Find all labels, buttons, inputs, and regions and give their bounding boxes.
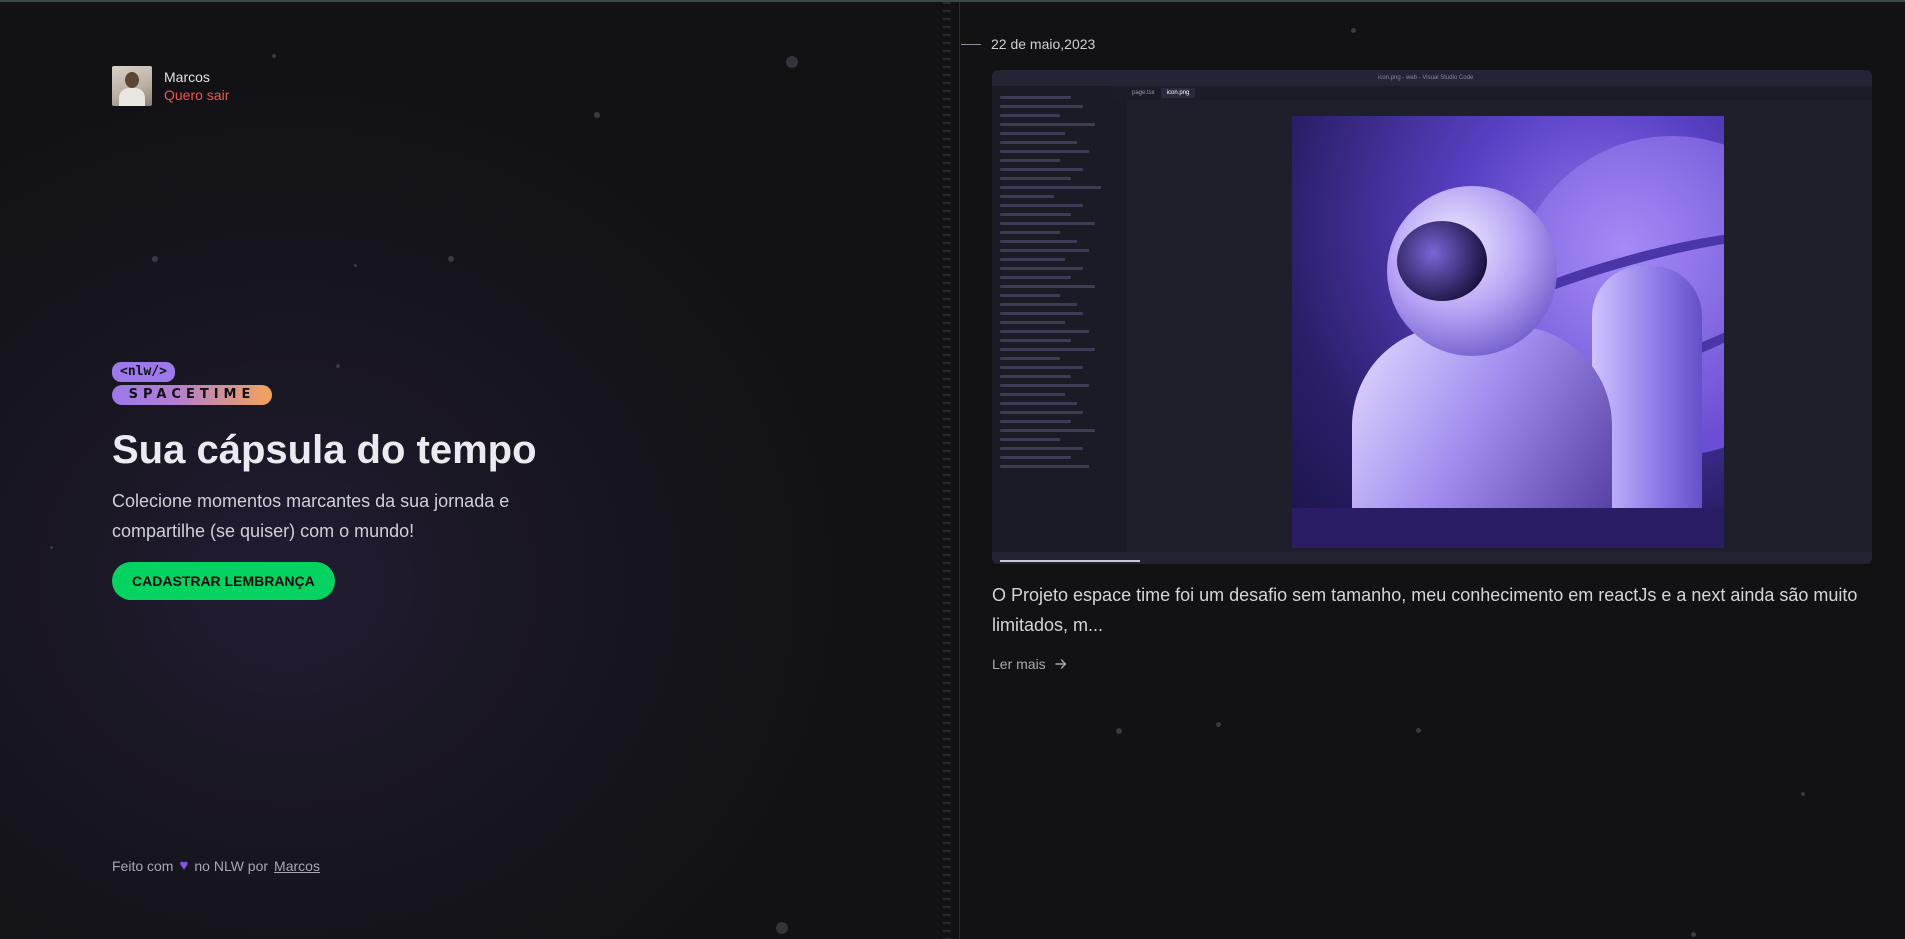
image-statusbar: [992, 552, 1872, 564]
image-progress: [1000, 560, 1140, 562]
star: [50, 546, 53, 549]
logo-wordmark: SPACETIME: [112, 385, 272, 405]
image-window-titlebar: icon.png - web - Visual Studio Code: [992, 70, 1872, 86]
tree-line: [1000, 366, 1084, 369]
footer-prefix: Feito com: [112, 857, 174, 874]
tree-line: [1000, 258, 1066, 261]
timeline-stripes: [943, 2, 951, 939]
tree-line: [1000, 204, 1084, 207]
tree-line: [1000, 285, 1096, 288]
tree-line: [1000, 420, 1072, 423]
tree-line: [1000, 231, 1060, 234]
memories-panel: 22 de maio,2023 icon.png - web - Visual …: [961, 2, 1905, 939]
user-profile[interactable]: Marcos Quero sair: [112, 66, 229, 106]
ground-shape: [1292, 508, 1724, 548]
tree-line: [1000, 303, 1078, 306]
image-file-explorer: [992, 86, 1127, 552]
tree-line: [1000, 132, 1066, 135]
hero-title: Sua cápsula do tempo: [112, 428, 537, 472]
image-window-title: icon.png - web - Visual Studio Code: [1378, 75, 1474, 81]
image-tab-active: icon.png: [1160, 88, 1196, 98]
tree-line: [1000, 240, 1078, 243]
user-info: Marcos Quero sair: [164, 68, 229, 104]
star: [1691, 932, 1696, 937]
tree-line: [1000, 276, 1072, 279]
astronaut-artwork: [1292, 116, 1724, 548]
memory-date: 22 de maio,2023: [991, 36, 1096, 52]
avatar[interactable]: [112, 66, 152, 106]
tree-line: [1000, 177, 1072, 180]
memory-cover-image: icon.png - web - Visual Studio Code page…: [992, 70, 1872, 564]
star: [594, 112, 600, 118]
tree-line: [1000, 267, 1084, 270]
tree-line: [1000, 375, 1072, 378]
tree-line: [1000, 312, 1084, 315]
tree-line: [1000, 141, 1078, 144]
star: [1801, 792, 1805, 796]
read-more-link[interactable]: Ler mais: [992, 656, 1068, 672]
star: [448, 256, 454, 262]
tree-line: [1000, 402, 1078, 405]
tree-line: [1000, 330, 1090, 333]
tree-line: [1000, 294, 1060, 297]
logout-link[interactable]: Quero sair: [164, 86, 229, 104]
star: [152, 256, 158, 262]
tree-line: [1000, 150, 1090, 153]
tree-line: [1000, 456, 1072, 459]
image-tab: page.tsx: [1132, 90, 1155, 96]
image-editor-tabs: page.tsx icon.png: [1112, 86, 1872, 100]
left-panel: Marcos Quero sair <nlw/> SPACETIME Sua c…: [0, 2, 960, 939]
footer: Feito com ♥ no NLW por Marcos: [112, 857, 320, 874]
star: [354, 264, 357, 267]
heart-icon: ♥: [179, 857, 189, 874]
star: [1351, 28, 1356, 33]
avatar-head: [125, 72, 139, 88]
tree-line: [1000, 339, 1072, 342]
tree-line: [1000, 222, 1096, 225]
tree-line: [1000, 411, 1084, 414]
tree-line: [1000, 105, 1084, 108]
tree-line: [1000, 321, 1066, 324]
tree-line: [1000, 159, 1060, 162]
memory-description: O Projeto espace time foi um desafio sem…: [992, 585, 1858, 635]
tree-line: [1000, 213, 1072, 216]
logo-tag: <nlw/>: [112, 362, 175, 382]
star: [786, 56, 798, 68]
user-name: Marcos: [164, 69, 210, 85]
hero-subtitle: Colecione momentos marcantes da sua jorn…: [112, 491, 510, 541]
tree-line: [1000, 438, 1060, 441]
tree-line: [1000, 96, 1072, 99]
star: [1116, 728, 1122, 734]
avatar-body: [119, 88, 145, 106]
tree-line: [1000, 114, 1060, 117]
tree-line: [1000, 393, 1066, 396]
tree-line: [1000, 447, 1084, 450]
read-more-label: Ler mais: [992, 656, 1046, 672]
nlw-spacetime-logo: <nlw/> SPACETIME: [112, 362, 272, 405]
tree-line: [1000, 186, 1102, 189]
author-link[interactable]: Marcos: [274, 858, 320, 874]
tree-line: [1000, 249, 1090, 252]
tree-line: [1000, 348, 1096, 351]
date-divider: [961, 43, 981, 45]
create-memory-button[interactable]: CADASTRAR LEMBRANÇA: [112, 562, 335, 600]
star: [336, 364, 340, 368]
tree-line: [1000, 384, 1090, 387]
star: [776, 922, 788, 934]
tree-line: [1000, 429, 1096, 432]
memory-date-row: 22 de maio,2023: [961, 36, 1095, 52]
astronaut-visor: [1397, 221, 1487, 301]
star: [1416, 728, 1421, 733]
tree-line: [1000, 465, 1090, 468]
tree-line: [1000, 357, 1060, 360]
star: [272, 54, 276, 58]
tree-line: [1000, 123, 1096, 126]
star: [1216, 722, 1221, 727]
footer-middle: no NLW por: [194, 857, 269, 874]
tree-line: [1000, 168, 1084, 171]
arrow-right-icon: [1054, 659, 1066, 669]
tree-line: [1000, 195, 1054, 198]
